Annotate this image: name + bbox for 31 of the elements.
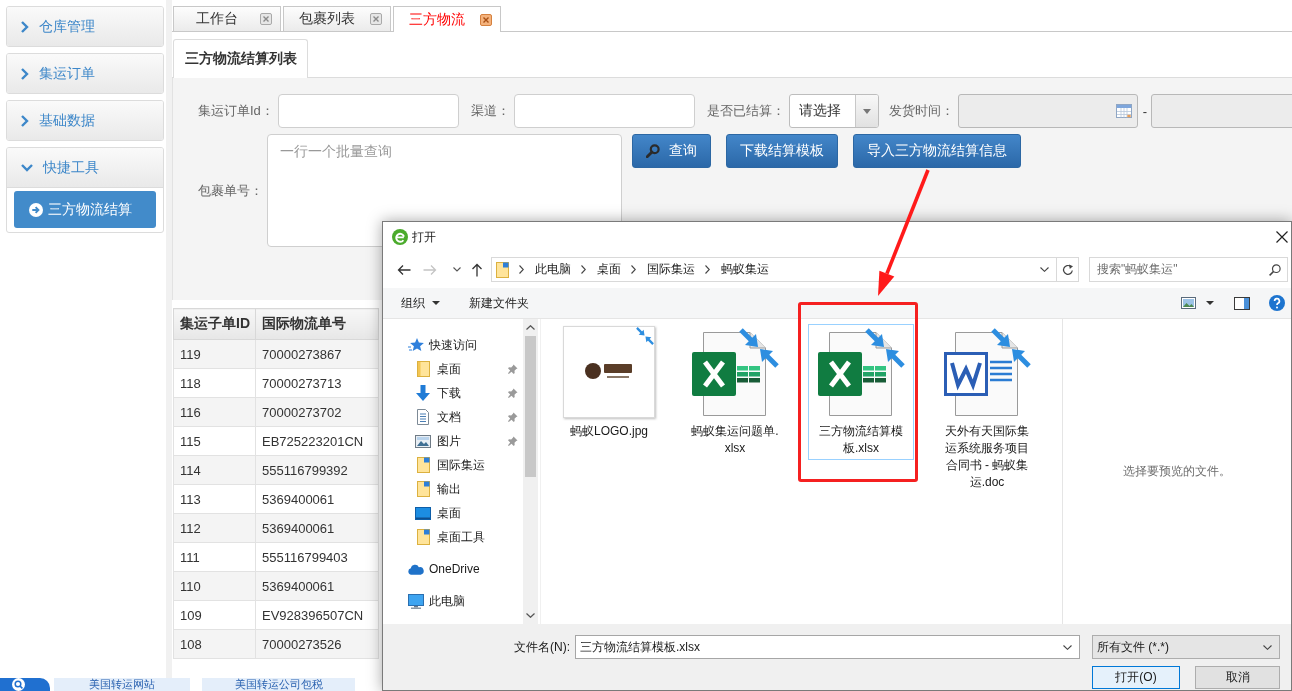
table-cell: 70000273702 bbox=[255, 397, 379, 427]
table-cell: 5369400061 bbox=[255, 513, 379, 543]
table-cell: 555116799403 bbox=[255, 542, 379, 572]
table-cell: 111 bbox=[173, 542, 256, 572]
table-cell: 114 bbox=[173, 455, 256, 485]
table-cell: 109 bbox=[173, 600, 256, 630]
table-cell: 5369400061 bbox=[255, 571, 379, 601]
table-cell: 70000273526 bbox=[255, 629, 379, 659]
field-label: 包裹单号： bbox=[198, 181, 263, 200]
table-cell: 108 bbox=[173, 629, 256, 659]
table-cell: 112 bbox=[173, 513, 256, 543]
table-cell: 118 bbox=[173, 368, 256, 398]
range-separator: - bbox=[1142, 103, 1148, 119]
field-label: 发货时间： bbox=[888, 102, 954, 120]
field-label: 是否已结算： bbox=[706, 102, 785, 120]
table-cell: 115 bbox=[173, 426, 256, 456]
table-cell: 119 bbox=[173, 339, 256, 369]
preview-hint: 选择要预览的文件。 bbox=[1123, 463, 1231, 480]
table-cell: 110 bbox=[173, 571, 256, 601]
table-cell: 116 bbox=[173, 397, 256, 427]
dialog-title: 打开 bbox=[412, 228, 436, 246]
table-cell: 70000273713 bbox=[255, 368, 379, 398]
table-cell: 5369400061 bbox=[255, 484, 379, 514]
table-cell: 113 bbox=[173, 484, 256, 514]
field-label: 渠道： bbox=[470, 102, 510, 120]
field-label: 集运订单Id： bbox=[198, 102, 274, 120]
table-cell: EB725223201CN bbox=[255, 426, 379, 456]
table-cell: 555116799392 bbox=[255, 455, 379, 485]
table-cell: 70000273867 bbox=[255, 339, 379, 369]
table-cell: EV928396507CN bbox=[255, 600, 379, 630]
field-label: 文件名(N): bbox=[513, 638, 570, 656]
